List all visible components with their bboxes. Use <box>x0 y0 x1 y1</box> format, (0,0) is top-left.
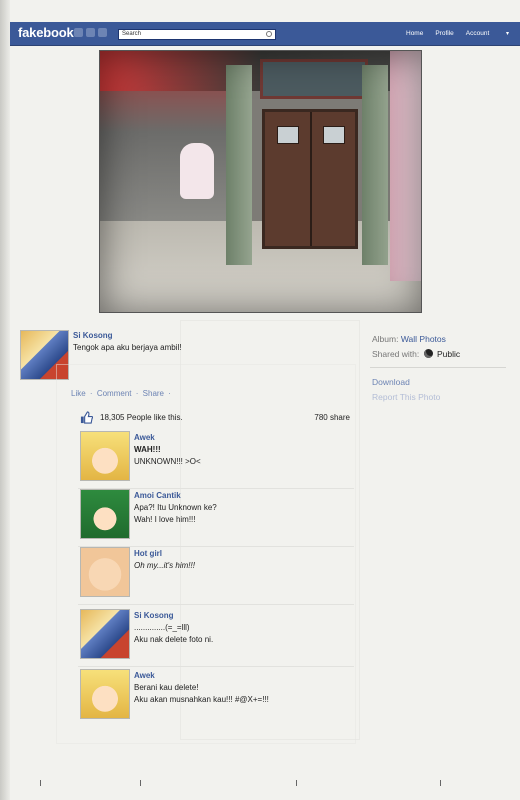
comment-item: Awek WAH!!! UNKNOWN!!! >O< <box>78 431 354 489</box>
comment-avatar[interactable] <box>80 669 130 719</box>
shared-with-label: Shared with: <box>372 349 420 359</box>
nav-account-link[interactable]: Account <box>466 30 490 37</box>
download-link[interactable]: Download <box>372 377 410 387</box>
album-link[interactable]: Wall Photos <box>401 334 446 344</box>
comment-item: Awek Berani kau delete! Aku akan musnahk… <box>78 669 354 727</box>
comment-author[interactable]: Awek <box>134 671 155 680</box>
globe-icon <box>423 349 433 358</box>
nav-profile-link[interactable]: Profile <box>435 30 453 37</box>
comment-avatar[interactable] <box>80 547 130 597</box>
comment-text: UNKNOWN!!! >O< <box>134 457 201 466</box>
album-label: Album: <box>372 334 399 344</box>
print-speck <box>296 780 297 786</box>
page-binding-edge <box>0 0 10 800</box>
likes-bar: 18,305 People like this. 780 share <box>78 410 354 426</box>
comment-avatar[interactable] <box>80 609 130 659</box>
like-count[interactable]: 18,305 People like this. <box>100 413 183 422</box>
comment-author[interactable]: Awek <box>134 433 155 442</box>
comment-item: Amoi Cantik Apa?! Itu Unknown ke? Wah! I… <box>78 489 354 547</box>
search-placeholder: Search <box>122 31 142 37</box>
privacy-value[interactable]: Public <box>437 349 460 359</box>
notification-icons <box>74 28 107 37</box>
comment-avatar[interactable] <box>80 431 130 481</box>
shared-with-info: Shared with: Public <box>372 349 460 359</box>
top-navigation-bar: fakebook Search Home Profile Account ▾ <box>10 22 520 46</box>
photo-vignette <box>100 51 421 312</box>
account-dropdown-caret-icon[interactable]: ▾ <box>506 30 509 37</box>
thumbs-up-icon[interactable] <box>80 411 93 424</box>
comment-author[interactable]: Si Kosong <box>134 611 174 620</box>
post-author-name[interactable]: Si Kosong <box>73 331 113 340</box>
notifications-icon[interactable] <box>98 28 107 37</box>
messages-icon[interactable] <box>86 28 95 37</box>
album-info: Album: Wall Photos <box>372 334 446 344</box>
comment-text: Aku nak delete foto ni. <box>134 635 214 644</box>
print-speck <box>140 780 141 786</box>
comment-text: WAH!!! <box>134 445 161 454</box>
search-input[interactable]: Search <box>118 29 276 40</box>
search-icon[interactable] <box>266 31 272 37</box>
print-speck <box>40 780 41 786</box>
comment-item: Hot girl Oh my...it's him!!! <box>78 547 354 605</box>
comment-text: ..............(=_=lll) <box>134 623 190 632</box>
fakebook-logo[interactable]: fakebook <box>18 25 74 40</box>
post-caption: Tengok apa aku berjaya ambil! <box>73 343 182 352</box>
print-speck <box>440 780 441 786</box>
comment-avatar[interactable] <box>80 489 130 539</box>
wall-photo[interactable] <box>99 50 422 313</box>
comment-text: Oh my...it's him!!! <box>134 561 195 570</box>
comment-author[interactable]: Hot girl <box>134 549 162 558</box>
sidebar-divider <box>370 367 506 368</box>
report-photo-link[interactable]: Report This Photo <box>372 392 440 402</box>
nav-home-link[interactable]: Home <box>406 30 423 37</box>
comment-text: Wah! I love him!!! <box>134 515 196 524</box>
comment-text: Apa?! Itu Unknown ke? <box>134 503 217 512</box>
comment-text: Aku akan musnahkan kau!!! #@X+=!!! <box>134 695 269 704</box>
comment-author[interactable]: Amoi Cantik <box>134 491 181 500</box>
comment-item: Si Kosong ..............(=_=lll) Aku nak… <box>78 609 354 667</box>
comment-text: Berani kau delete! <box>134 683 199 692</box>
share-count[interactable]: 780 share <box>314 413 350 422</box>
top-nav-links: Home Profile Account <box>406 30 501 37</box>
friend-requests-icon[interactable] <box>74 28 83 37</box>
